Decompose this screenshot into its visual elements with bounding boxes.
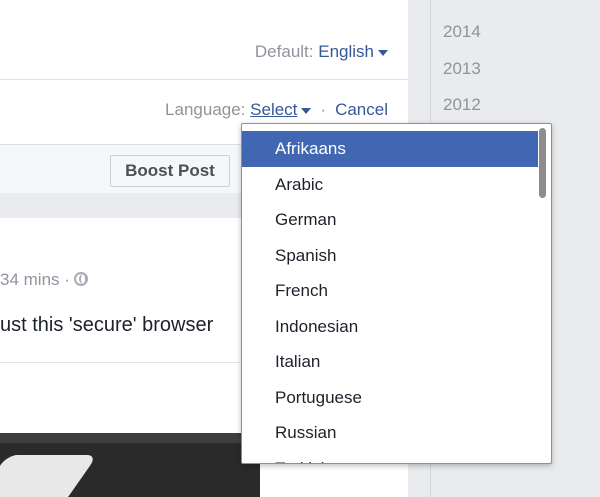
language-selector-row: Language: Select · Cancel <box>165 100 388 120</box>
boost-post-button[interactable]: Boost Post <box>110 155 230 187</box>
post-time[interactable]: 34 mins · <box>0 270 70 289</box>
language-options: Afrikaans Arabic German Spanish French I… <box>242 131 538 464</box>
cancel-link[interactable]: Cancel <box>335 100 388 119</box>
default-language-dropdown[interactable]: English <box>318 42 388 61</box>
language-option-turkish[interactable]: Turkish <box>242 451 538 464</box>
language-option-german[interactable]: German <box>242 202 538 238</box>
chevron-down-icon <box>301 107 312 114</box>
year-item-2012[interactable]: 2012 <box>443 95 481 115</box>
divider <box>0 79 408 80</box>
language-option-italian[interactable]: Italian <box>242 344 538 380</box>
post-timestamp: 34 mins · <box>0 270 88 290</box>
language-option-russian[interactable]: Russian <box>242 415 538 451</box>
post-image[interactable] <box>0 433 260 497</box>
language-select-link[interactable]: Select <box>250 100 312 119</box>
dropdown-scrollbar[interactable] <box>539 128 546 198</box>
default-language-value: English <box>318 42 374 61</box>
language-option-french[interactable]: French <box>242 273 538 309</box>
separator-dot: · <box>320 100 327 119</box>
language-option-arabic[interactable]: Arabic <box>242 167 538 203</box>
year-item-2014[interactable]: 2014 <box>443 22 481 42</box>
language-option-spanish[interactable]: Spanish <box>242 238 538 274</box>
chevron-down-icon <box>378 49 388 56</box>
language-option-portuguese[interactable]: Portuguese <box>242 380 538 416</box>
language-dropdown[interactable]: Afrikaans Arabic German Spanish French I… <box>241 123 552 464</box>
default-language: Default: English <box>255 42 388 62</box>
default-language-label: Default: <box>254 42 314 61</box>
image-bar <box>0 433 260 443</box>
language-option-indonesian[interactable]: Indonesian <box>242 309 538 345</box>
language-select-label: Select <box>250 100 298 119</box>
year-item-2013[interactable]: 2013 <box>443 59 481 79</box>
language-option-afrikaans[interactable]: Afrikaans <box>242 131 538 167</box>
language-label: Language: <box>165 100 246 119</box>
image-shape <box>0 455 98 497</box>
globe-icon[interactable] <box>73 272 88 286</box>
post-text: ust this 'secure' browser <box>0 314 214 336</box>
